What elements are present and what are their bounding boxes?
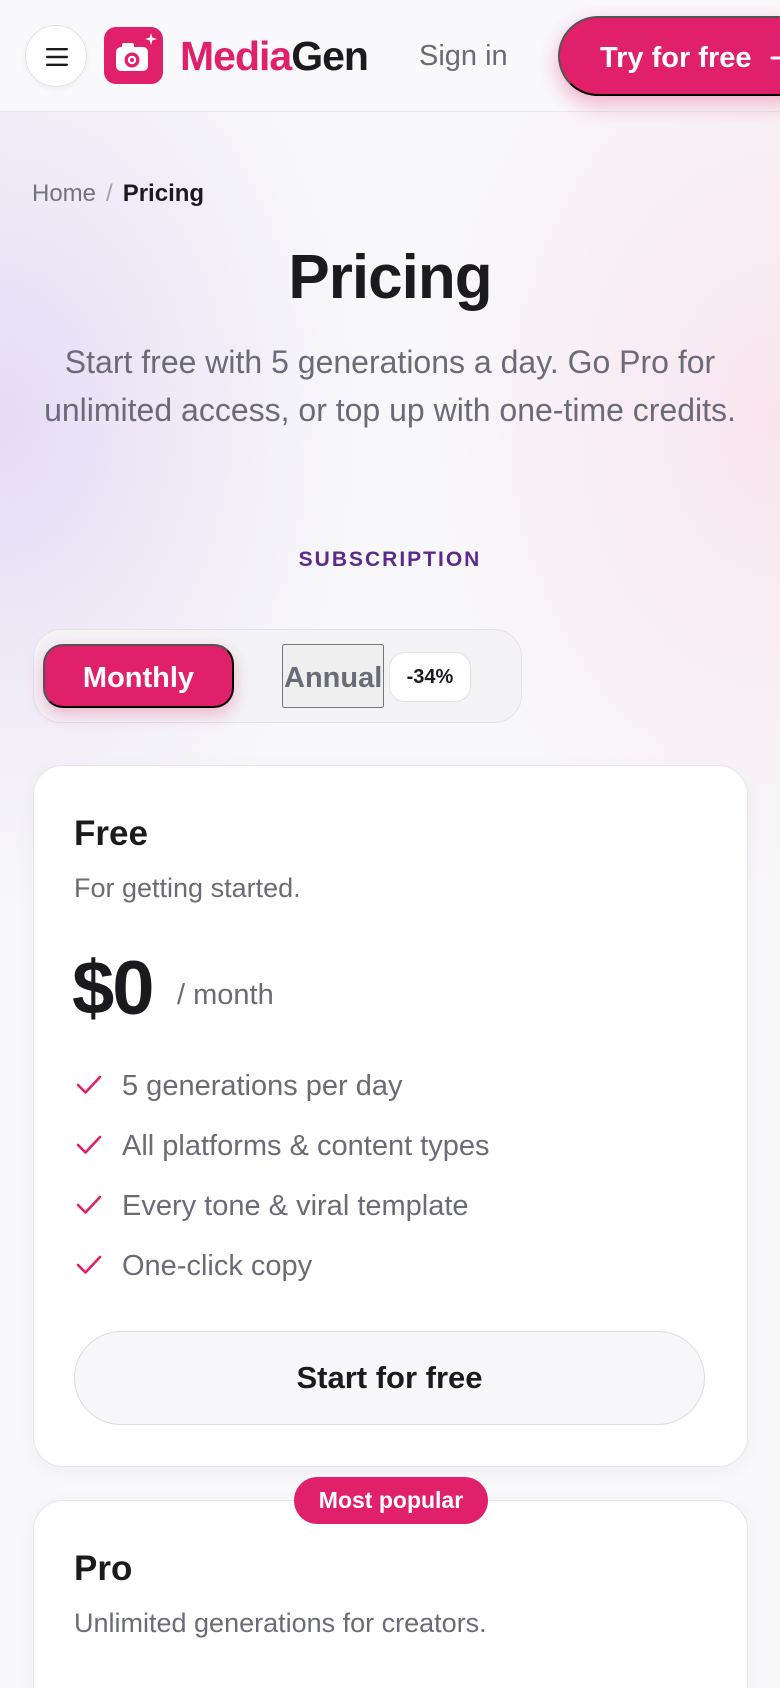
breadcrumb-separator: / xyxy=(106,180,113,207)
check-icon xyxy=(76,1075,102,1094)
feature-text: One-click copy xyxy=(122,1250,313,1282)
monthly-toggle-button[interactable]: Monthly xyxy=(43,644,234,708)
plan-price: $0 xyxy=(72,946,155,1031)
check-icon xyxy=(76,1195,102,1214)
feature-item: All platforms & content types xyxy=(74,1116,490,1176)
camera-sparkle-icon xyxy=(116,33,157,71)
price-period: / month xyxy=(177,979,274,1011)
feature-text: All platforms & content types xyxy=(122,1130,490,1162)
arrow-right-icon xyxy=(770,56,780,60)
try-for-free-button[interactable]: Try for free xyxy=(558,16,780,96)
discount-badge: -34% xyxy=(389,652,471,702)
billing-toggle: Monthly Annual -34% xyxy=(33,629,522,723)
check-icon xyxy=(76,1135,102,1154)
try-for-free-label: Try for free xyxy=(600,42,752,74)
plan-card-free: Free For getting started. $0 / month 5 g… xyxy=(33,765,748,1467)
brand-part-media: Media xyxy=(180,33,292,79)
plan-description: Unlimited generations for creators. xyxy=(74,1608,487,1638)
plan-name: Free xyxy=(74,814,148,853)
hamburger-icon xyxy=(46,48,68,66)
plan-name: Pro xyxy=(74,1549,133,1588)
feature-item: Every tone & viral template xyxy=(74,1176,490,1236)
feature-item: 5 generations per day xyxy=(74,1056,490,1116)
most-popular-badge: Most popular xyxy=(294,1477,488,1524)
brand-name[interactable]: MediaGen xyxy=(180,28,369,84)
logo[interactable] xyxy=(104,27,163,84)
start-for-free-button[interactable]: Start for free xyxy=(74,1331,705,1425)
feature-text: 5 generations per day xyxy=(122,1070,403,1102)
breadcrumb-current: Pricing xyxy=(122,180,205,207)
feature-list: 5 generations per day All platforms & co… xyxy=(74,1056,490,1296)
page-title: Pricing xyxy=(288,243,492,312)
section-label-subscription: SUBSCRIPTION xyxy=(298,548,482,571)
breadcrumb: Home / Pricing xyxy=(32,178,204,210)
brand-part-gen: Gen xyxy=(291,33,369,79)
plan-card-pro: Pro Unlimited generations for creators. xyxy=(33,1500,748,1688)
menu-button[interactable] xyxy=(25,25,87,87)
feature-text: Every tone & viral template xyxy=(122,1190,469,1222)
annual-toggle-button[interactable]: Annual xyxy=(282,644,385,708)
breadcrumb-home[interactable]: Home xyxy=(32,180,96,207)
top-nav: MediaGen Sign in Try for free xyxy=(0,0,780,112)
feature-item: One-click copy xyxy=(74,1236,490,1296)
page-subtitle: Start free with 5 generations a day. Go … xyxy=(44,344,736,428)
plan-description: For getting started. xyxy=(74,873,301,903)
check-icon xyxy=(76,1255,102,1274)
sign-in-link[interactable]: Sign in xyxy=(419,36,508,76)
